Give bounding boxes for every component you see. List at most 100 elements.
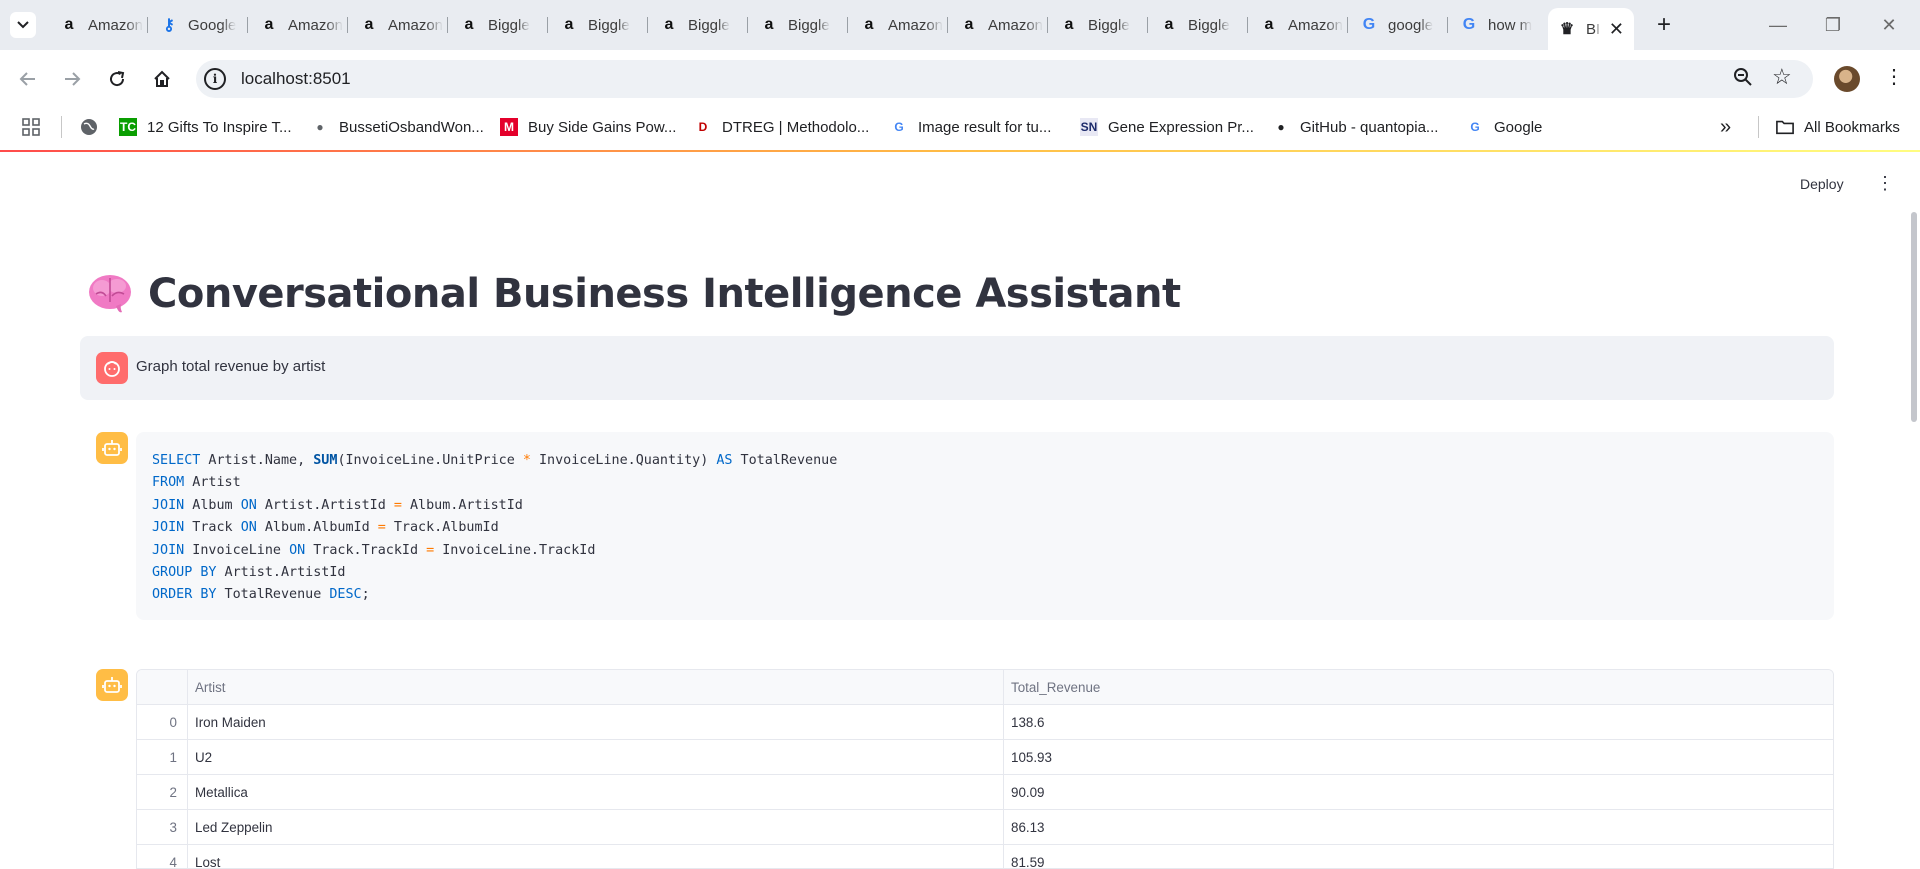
- browser-tab[interactable]: a Amazon: [850, 8, 950, 42]
- browser-tab[interactable]: a Amazon: [50, 8, 150, 42]
- total-revenue-cell[interactable]: 105.93: [1004, 740, 1833, 775]
- browser-tab[interactable]: Ghow m: [1450, 8, 1550, 42]
- browser-tab[interactable]: a Biggle: [750, 8, 850, 42]
- total-revenue-cell[interactable]: 86.13: [1004, 810, 1833, 845]
- table-row[interactable]: 1 U2 105.93: [137, 740, 1833, 775]
- browser-tab[interactable]: a Biggle: [450, 8, 550, 42]
- bookmark-item[interactable]: G Image result for tu...: [890, 114, 1051, 140]
- sql-line: ORDER BY TotalRevenue DESC;: [152, 584, 1818, 606]
- all-bookmarks-label: All Bookmarks: [1804, 118, 1900, 136]
- artist-cell[interactable]: Lost: [188, 845, 1004, 868]
- site-info-icon[interactable]: i: [204, 68, 226, 90]
- browser-tab[interactable]: Ggoogle: [1350, 8, 1450, 42]
- tab-title: Biggle: [1088, 16, 1130, 34]
- sql-token: Track.TrackId: [305, 542, 427, 558]
- forward-button[interactable]: [57, 64, 87, 94]
- user-face-icon: [104, 361, 120, 377]
- home-button[interactable]: [147, 64, 177, 94]
- table-row[interactable]: 0 Iron Maiden 138.6: [137, 705, 1833, 740]
- tab-title: how m: [1488, 16, 1533, 34]
- tab-title: Amazon: [1288, 16, 1344, 34]
- bookmark-item[interactable]: ● GitHub - quantopia...: [1272, 114, 1438, 140]
- minimize-button[interactable]: —: [1755, 10, 1801, 40]
- back-button[interactable]: [13, 64, 43, 94]
- ms-icon: M: [500, 118, 518, 136]
- new-tab-button[interactable]: +: [1650, 12, 1678, 40]
- tab-search-button[interactable]: [10, 12, 36, 38]
- bookmarks-overflow-button[interactable]: »: [1720, 114, 1731, 140]
- amazon-icon: a: [564, 16, 574, 33]
- bookmark-item[interactable]: ● BussetiOsbandWon...: [311, 114, 483, 140]
- browser-tab[interactable]: a Biggle: [1150, 8, 1250, 42]
- page-scrollbar[interactable]: [1911, 212, 1917, 422]
- browser-tab[interactable]: a Amazon: [950, 8, 1050, 42]
- total-revenue-cell[interactable]: 90.09: [1004, 775, 1833, 810]
- github-icon: ●: [1277, 120, 1285, 134]
- app-menu-icon[interactable]: ⋮: [1876, 173, 1894, 194]
- bookmark-label: Buy Side Gains Pow...: [528, 118, 677, 136]
- tab-separator: [1347, 17, 1348, 33]
- tab-separator: [1147, 17, 1148, 33]
- sql-token: JOIN: [152, 542, 185, 558]
- table-row[interactable]: 4 Lost 81.59: [137, 845, 1833, 868]
- tab-separator: [1047, 17, 1048, 33]
- table-row[interactable]: 3 Led Zeppelin 86.13: [137, 810, 1833, 845]
- globe-icon[interactable]: [80, 114, 98, 140]
- bookmark-star-icon[interactable]: ☆: [1772, 64, 1792, 90]
- table-header: Artist Total_Revenue: [137, 670, 1833, 705]
- total-revenue-cell[interactable]: 81.59: [1004, 845, 1833, 868]
- total-revenue-cell[interactable]: 138.6: [1004, 705, 1833, 740]
- sql-token: Album.ArtistId: [401, 497, 523, 513]
- header-index: [137, 670, 188, 705]
- browser-tab[interactable]: a Amazon: [250, 8, 350, 42]
- sql-token: InvoiceLine.Quantity): [530, 453, 717, 468]
- apps-grid-icon[interactable]: [22, 114, 40, 140]
- close-window-button[interactable]: ✕: [1866, 10, 1912, 40]
- header-total-revenue[interactable]: Total_Revenue: [1004, 670, 1833, 705]
- address-url[interactable]: localhost:8501: [241, 69, 351, 89]
- reload-button[interactable]: [102, 64, 132, 94]
- tab-separator: [147, 17, 148, 33]
- sql-line: JOIN InvoiceLine ON Track.TrackId = Invo…: [152, 540, 1818, 562]
- browser-tab[interactable]: a Amazon: [350, 8, 450, 42]
- amazon-icon: a: [864, 16, 874, 33]
- tab-title: Biggle: [488, 16, 530, 34]
- browser-menu-icon[interactable]: ⋮: [1884, 64, 1904, 89]
- tab-separator: [347, 17, 348, 33]
- deploy-button[interactable]: Deploy: [1800, 176, 1844, 192]
- sn-icon: SN: [1080, 118, 1098, 136]
- table-row[interactable]: 2 Metallica 90.09: [137, 775, 1833, 810]
- artist-cell[interactable]: Iron Maiden: [188, 705, 1004, 740]
- browser-tab[interactable]: a Biggle: [1050, 8, 1150, 42]
- bookmark-item[interactable]: G Google: [1466, 114, 1542, 140]
- browser-tab[interactable]: ⚷ Google: [150, 8, 250, 42]
- tab-separator: [1447, 17, 1448, 33]
- tab-separator: [947, 17, 948, 33]
- bookmark-item[interactable]: TC 12 Gifts To Inspire T...: [119, 114, 292, 140]
- browser-tab[interactable]: a Biggle: [550, 8, 650, 42]
- artist-cell[interactable]: Metallica: [188, 775, 1004, 810]
- browser-tab[interactable]: a Biggle: [650, 8, 750, 42]
- address-bar[interactable]: [196, 60, 1813, 98]
- bookmark-item[interactable]: D DTREG | Methodolo...: [694, 114, 870, 140]
- bookmark-label: DTREG | Methodolo...: [722, 118, 870, 136]
- restore-button[interactable]: ❐: [1810, 10, 1856, 40]
- tab-title: Biggle: [688, 16, 730, 34]
- chevron-down-icon: [17, 21, 29, 29]
- bookmark-item[interactable]: SN Gene Expression Pr...: [1080, 114, 1254, 140]
- browser-tab[interactable]: a Amazon: [1250, 8, 1350, 42]
- all-bookmarks-button[interactable]: All Bookmarks: [1776, 114, 1900, 140]
- tab-title: Google: [188, 16, 237, 34]
- bookmark-item[interactable]: M Buy Side Gains Pow...: [500, 114, 676, 140]
- zoom-icon[interactable]: [1733, 67, 1753, 92]
- tab-active[interactable]: ♛ BI ✕: [1548, 8, 1634, 50]
- close-tab-icon[interactable]: ✕: [1609, 19, 1624, 40]
- profile-avatar[interactable]: [1834, 66, 1860, 92]
- results-dataframe[interactable]: Artist Total_Revenue 0 Iron Maiden 138.6 1 U…: [136, 669, 1834, 869]
- amazon-icon: a: [1064, 16, 1074, 33]
- sql-token: *: [522, 453, 531, 468]
- sql-code-block[interactable]: SELECT Artist.Name, SUM(InvoiceLine.Unit…: [136, 432, 1834, 620]
- artist-cell[interactable]: U2: [188, 740, 1004, 775]
- header-artist[interactable]: Artist: [188, 670, 1004, 705]
- artist-cell[interactable]: Led Zeppelin: [188, 810, 1004, 845]
